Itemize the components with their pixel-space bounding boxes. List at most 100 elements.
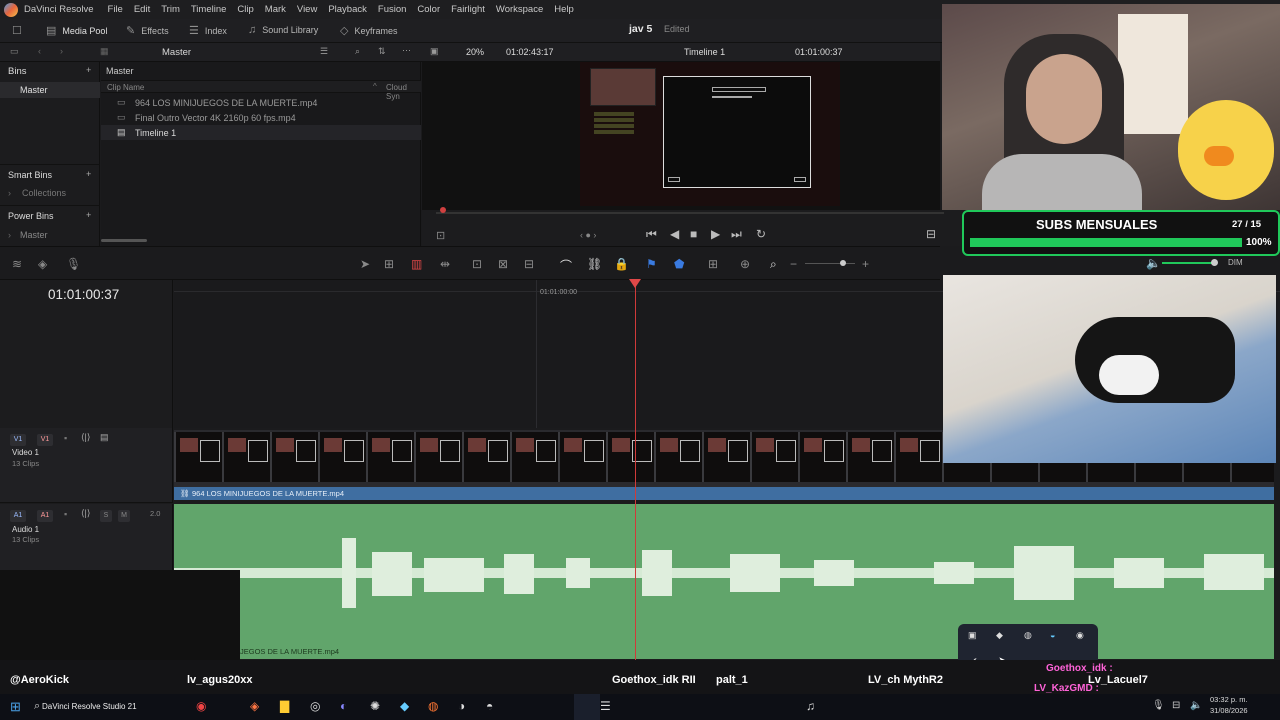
- tray-app-icon[interactable]: ◍: [1024, 630, 1032, 641]
- horizontal-scrollbar[interactable]: [101, 239, 147, 242]
- speaker-icon[interactable]: 🔈: [1190, 700, 1202, 711]
- menu-fusion[interactable]: Fusion: [378, 4, 407, 15]
- zoom-custom-icon[interactable]: ⌕: [770, 257, 777, 272]
- taskbar-app-icon[interactable]: ◉: [196, 699, 206, 713]
- flag-icon[interactable]: ⚑: [646, 257, 657, 271]
- zoom-in-icon[interactable]: +: [862, 257, 869, 271]
- play-reverse-icon[interactable]: ◀: [670, 227, 679, 241]
- sound-library-button[interactable]: ♫ Sound Library: [248, 24, 318, 36]
- clock-date[interactable]: 31/08/2026: [1210, 706, 1248, 715]
- viewer-zoom[interactable]: 20%: [466, 47, 484, 57]
- index-button[interactable]: ☰ Index: [189, 24, 227, 37]
- jog-icon[interactable]: ‹ ● ›: [580, 230, 596, 240]
- power-bin-master[interactable]: Master: [20, 230, 48, 240]
- network-icon[interactable]: ⊟: [1172, 700, 1180, 711]
- volume-icon[interactable]: 🔈: [1146, 256, 1161, 270]
- volume-slider[interactable]: [1162, 262, 1214, 264]
- breadcrumb[interactable]: Master: [106, 66, 134, 76]
- play-icon[interactable]: ▶: [711, 227, 720, 241]
- panel-toggle-icon[interactable]: ☐: [12, 24, 28, 37]
- stop-icon[interactable]: ■: [690, 227, 697, 241]
- collections-item[interactable]: Collections: [22, 188, 66, 198]
- fullscreen-icon[interactable]: ⊟: [926, 227, 936, 241]
- snapping-icon[interactable]: ⌒: [560, 257, 572, 274]
- add-smart-bin-icon[interactable]: +: [86, 169, 91, 179]
- clock-time[interactable]: 03:32 p. m.: [1210, 695, 1248, 704]
- collapse-arrow-icon[interactable]: ›: [8, 188, 11, 198]
- layout-icon[interactable]: ≋: [12, 257, 22, 271]
- crop-icon[interactable]: ⊡: [436, 229, 445, 242]
- video-clip-label-bar[interactable]: ⛓ 964 LOS MINIJUEGOS DE LA MUERTE.mp4: [174, 487, 1274, 500]
- mute-button[interactable]: M: [118, 510, 130, 522]
- scrubber-handle[interactable]: [440, 207, 446, 213]
- audio-track-name[interactable]: Audio 1: [12, 525, 39, 534]
- volume-slider-handle[interactable]: [1211, 259, 1218, 266]
- more-options-icon[interactable]: ⋯: [402, 45, 411, 56]
- steam-icon[interactable]: ◓: [486, 699, 493, 713]
- auto-select-icon[interactable]: ⟨|⟩: [81, 432, 90, 443]
- insert-clip-icon[interactable]: ⊡: [472, 257, 482, 271]
- v1-dest-badge[interactable]: V1: [37, 434, 53, 446]
- effects-button[interactable]: ✎ Effects: [126, 24, 169, 37]
- playhead[interactable]: [635, 282, 636, 662]
- skip-end-icon[interactable]: ⏭: [731, 227, 742, 242]
- zoom-fit-icon[interactable]: ⊞: [708, 257, 718, 271]
- col-clip-name[interactable]: Clip Name: [107, 83, 144, 92]
- menu-edit[interactable]: Edit: [134, 4, 150, 15]
- menu-file[interactable]: File: [108, 4, 123, 15]
- menu-workspace[interactable]: Workspace: [496, 4, 543, 15]
- menu-playback[interactable]: Playback: [328, 4, 367, 15]
- v1-source-badge[interactable]: V1: [10, 434, 26, 446]
- add-power-bin-icon[interactable]: +: [86, 210, 91, 220]
- zoom-slider[interactable]: [805, 263, 855, 264]
- track-lock-icon[interactable]: ▪: [64, 509, 67, 519]
- replace-clip-icon[interactable]: ⊟: [524, 257, 534, 271]
- music-icon[interactable]: ♫: [806, 699, 815, 713]
- audio-clip[interactable]: JEGOS DE LA MUERTE.mp4: [174, 504, 1274, 659]
- tray-app-icon[interactable]: ◉: [1076, 630, 1084, 641]
- microphone-icon[interactable]: 🎙: [66, 257, 81, 271]
- timeline-selector[interactable]: Timeline 1: [684, 47, 725, 57]
- marker-icon[interactable]: ⬟: [674, 257, 684, 271]
- a1-source-badge[interactable]: A1: [10, 510, 26, 522]
- tray-app-icon[interactable]: ▣: [968, 630, 977, 641]
- select-tool-icon[interactable]: ➤: [360, 257, 370, 271]
- sort-icon[interactable]: ⇅: [378, 46, 386, 57]
- mixer-icon[interactable]: ◈: [38, 257, 47, 271]
- solo-button[interactable]: S: [100, 510, 112, 522]
- menu-fairlight[interactable]: Fairlight: [451, 4, 485, 15]
- menu-mark[interactable]: Mark: [265, 4, 286, 15]
- folder-icon[interactable]: ▇: [280, 699, 289, 713]
- collapse-arrow-icon[interactable]: ›: [8, 230, 11, 240]
- taskbar-active-app[interactable]: DaVinci Resolve Studio 21: [42, 702, 137, 711]
- blade-tool-icon[interactable]: ▥: [411, 257, 422, 271]
- taskbar-app-icon[interactable]: ◆: [400, 699, 409, 713]
- zoom-detail-icon[interactable]: ⊕: [740, 257, 750, 271]
- windows-start-icon[interactable]: ⊞: [10, 699, 21, 715]
- a1-dest-badge[interactable]: A1: [37, 510, 53, 522]
- track-lock-icon[interactable]: ▪: [64, 433, 67, 443]
- taskbar-app-icon[interactable]: ☰: [600, 699, 611, 713]
- list-item[interactable]: ▤ Timeline 1: [101, 125, 421, 140]
- taskbar-app-icon[interactable]: ◑: [458, 699, 465, 713]
- taskbar-app-icon[interactable]: ✺: [370, 699, 380, 713]
- microphone-icon[interactable]: 🎙: [1152, 700, 1165, 711]
- grid-view-icon[interactable]: ▦: [100, 46, 109, 57]
- add-bin-icon[interactable]: +: [86, 65, 91, 75]
- video-track-name[interactable]: Video 1: [12, 448, 39, 457]
- menu-view[interactable]: View: [297, 4, 317, 15]
- bin-master[interactable]: Master: [0, 82, 100, 98]
- menu-color[interactable]: Color: [417, 4, 440, 15]
- power-bins-header[interactable]: Power Bins: [8, 211, 54, 221]
- menu-clip[interactable]: Clip: [237, 4, 253, 15]
- skip-start-icon[interactable]: ⏮: [646, 227, 657, 242]
- scrubber-bar[interactable]: [436, 212, 944, 214]
- menu-timeline[interactable]: Timeline: [191, 4, 227, 15]
- trim-tool-icon[interactable]: ⊞: [384, 257, 394, 271]
- tray-app-icon[interactable]: ◆: [996, 630, 1003, 641]
- menu-help[interactable]: Help: [554, 4, 574, 15]
- sidebar-toggle-icon[interactable]: ▭: [10, 46, 19, 57]
- link-icon[interactable]: ⛓: [587, 257, 602, 271]
- track-enable-icon[interactable]: ▤: [100, 432, 109, 443]
- list-item[interactable]: ▭ Final Outro Vector 4K 2160p 60 fps.mp4: [101, 110, 421, 125]
